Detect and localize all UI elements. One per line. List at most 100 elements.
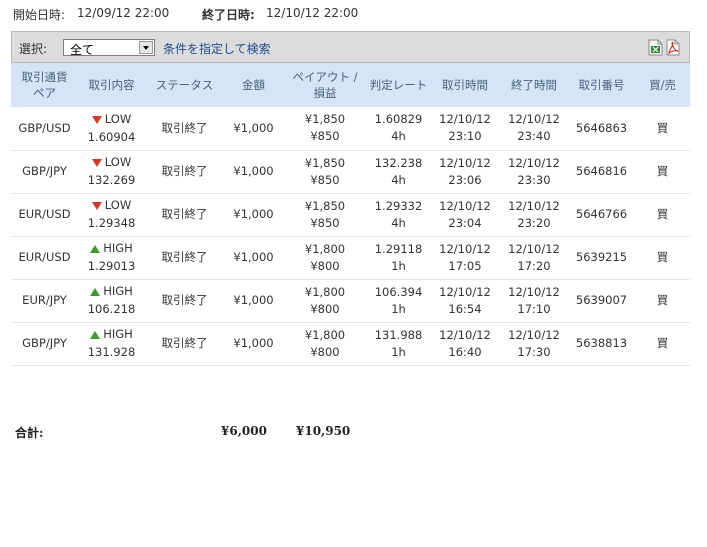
table-cell: 5638813 <box>568 322 635 366</box>
chevron-down-icon[interactable] <box>139 41 153 54</box>
trade-duration: 1h <box>391 301 406 316</box>
currency-pair: EUR/USD <box>18 207 71 221</box>
profit-loss-value: ¥800 <box>310 301 340 316</box>
table-cell: 取引終了 <box>145 279 224 323</box>
end-date: 12/10/12 <box>508 112 560 127</box>
pdf-export-icon[interactable] <box>666 39 680 56</box>
currency-pair: GBP/JPY <box>22 336 67 350</box>
table-cell: ¥1,000 <box>224 150 283 194</box>
table-cell: ¥1,000 <box>224 322 283 366</box>
table-cell: 取引終了 <box>145 236 224 280</box>
table-cell: 12/10/12 23:06 <box>430 150 500 194</box>
table-row[interactable]: GBP/JPY LOW 132.269 取引終了 ¥1,000 ¥1,850 ¥850 132… <box>11 150 690 194</box>
trade-direction: LOW <box>91 154 132 171</box>
trade-status: 取引終了 <box>161 336 208 350</box>
direction-label: HIGH <box>103 241 133 256</box>
table-row[interactable]: GBP/JPY HIGH 131.928 取引終了 ¥1,000 ¥1,800 ¥800 13… <box>11 322 690 366</box>
end-time: 17:30 <box>517 344 551 359</box>
end-time: 17:20 <box>517 258 551 273</box>
trade-amount: ¥1,000 <box>233 120 274 135</box>
table-cell: 取引終了 <box>145 150 224 194</box>
table-cell: 12/10/12 17:20 <box>500 236 568 280</box>
payout-value: ¥1,800 <box>304 284 346 299</box>
table-cell: 買 <box>635 279 690 323</box>
table-cell: EUR/USD <box>11 193 78 237</box>
table-cell: 取引終了 <box>145 193 224 237</box>
profit-loss-value: ¥800 <box>310 344 340 359</box>
table-cell: 5646816 <box>568 150 635 194</box>
table-cell: 5639215 <box>568 236 635 280</box>
table-cell: 買 <box>635 236 690 280</box>
entry-rate: 132.269 <box>87 172 136 187</box>
trade-amount: ¥1,000 <box>233 336 274 350</box>
trade-direction: HIGH <box>90 283 133 300</box>
csv-export-icon[interactable] <box>648 39 663 56</box>
trade-duration: 4h <box>391 172 406 187</box>
direction-label: LOW <box>104 112 132 126</box>
column-header-line: 取引番号 <box>578 78 625 92</box>
arrow-down-icon <box>91 158 102 167</box>
table-cell: EUR/JPY <box>11 279 78 323</box>
trade-side: 買 <box>656 293 669 307</box>
column-header: 判定レート <box>367 63 430 107</box>
judge-rate: 106.394 <box>374 284 423 299</box>
table-cell: GBP/USD <box>11 107 78 151</box>
trade-side: 買 <box>656 336 669 350</box>
entry-rate: 1.29348 <box>87 215 136 230</box>
trade-duration: 1h <box>391 258 406 273</box>
column-header: 取引番号 <box>568 63 635 107</box>
table-cell: 132.238 4h <box>367 150 430 194</box>
trade-amount: ¥1,000 <box>233 293 274 307</box>
column-header-line: 損益 <box>313 86 337 100</box>
table-cell: LOW 1.60904 <box>78 107 145 151</box>
end-date: 12/10/12 <box>508 198 560 213</box>
entry-rate: 131.928 <box>87 344 136 359</box>
start-value: 12/09/12 22:00 <box>77 6 170 20</box>
table-cell: 5646863 <box>568 107 635 151</box>
table-cell: ¥1,850 ¥850 <box>283 150 367 194</box>
payout-value: ¥1,850 <box>304 112 346 127</box>
trade-date: 12/10/12 <box>439 198 491 213</box>
table-cell: 131.988 1h <box>367 322 430 366</box>
table-cell: EUR/USD <box>11 236 78 280</box>
column-header: ペイアウト / 損益 <box>283 63 367 107</box>
judge-rate: 131.988 <box>374 327 423 342</box>
direction-label: LOW <box>104 198 132 213</box>
column-header-line: ステータス <box>155 78 214 92</box>
table-cell: 買 <box>635 150 690 194</box>
trade-amount: ¥1,000 <box>233 207 274 221</box>
payout-value: ¥1,800 <box>304 327 346 342</box>
end-time: 23:20 <box>517 215 551 230</box>
table-row[interactable]: EUR/JPY HIGH 106.218 取引終了 ¥1,000 ¥1,800 ¥800 10… <box>11 279 690 323</box>
trade-number: 5638813 <box>575 336 628 350</box>
filter-bar: 選択: 全て 条件を指定して検索 <box>11 31 690 63</box>
trade-time: 17:05 <box>448 258 482 273</box>
column-header: 買/売 <box>635 63 690 107</box>
payout-value: ¥1,800 <box>304 241 346 256</box>
table-row[interactable]: EUR/USD LOW 1.29348 取引終了 ¥1,000 ¥1,850 ¥850 1.2… <box>11 193 690 237</box>
column-header: 取引時間 <box>430 63 500 107</box>
trade-date: 12/10/12 <box>439 284 491 299</box>
table-cell: 106.394 1h <box>367 279 430 323</box>
trade-amount: ¥1,000 <box>233 164 274 178</box>
table-cell: ¥1,850 ¥850 <box>283 107 367 151</box>
column-header: 取引通貨 ペア <box>11 63 78 107</box>
table-cell: 1.60829 4h <box>367 107 430 151</box>
currency-pair: GBP/USD <box>18 120 71 135</box>
arrow-down-icon <box>91 201 102 210</box>
trade-date: 12/10/12 <box>439 155 491 170</box>
totals-profit-loss: ¥10,950 <box>296 424 351 438</box>
direction-label: LOW <box>104 155 132 170</box>
table-cell: 5639007 <box>568 279 635 323</box>
condition-search-link[interactable]: 条件を指定して検索 <box>163 40 271 57</box>
filter-select[interactable]: 全て <box>63 39 155 57</box>
table-row[interactable]: EUR/USD HIGH 1.29013 取引終了 ¥1,000 ¥1,800 ¥800 1.… <box>11 236 690 280</box>
table-cell: 取引終了 <box>145 322 224 366</box>
entry-rate: 106.218 <box>87 301 136 316</box>
table-cell: HIGH 106.218 <box>78 279 145 323</box>
trade-direction: HIGH <box>90 326 133 343</box>
table-cell: 12/10/12 16:40 <box>430 322 500 366</box>
table-row[interactable]: GBP/USD LOW 1.60904 取引終了 ¥1,000 ¥1,850 ¥850 1.6… <box>11 107 690 151</box>
arrow-up-icon <box>90 244 101 253</box>
table-cell: 12/10/12 16:54 <box>430 279 500 323</box>
